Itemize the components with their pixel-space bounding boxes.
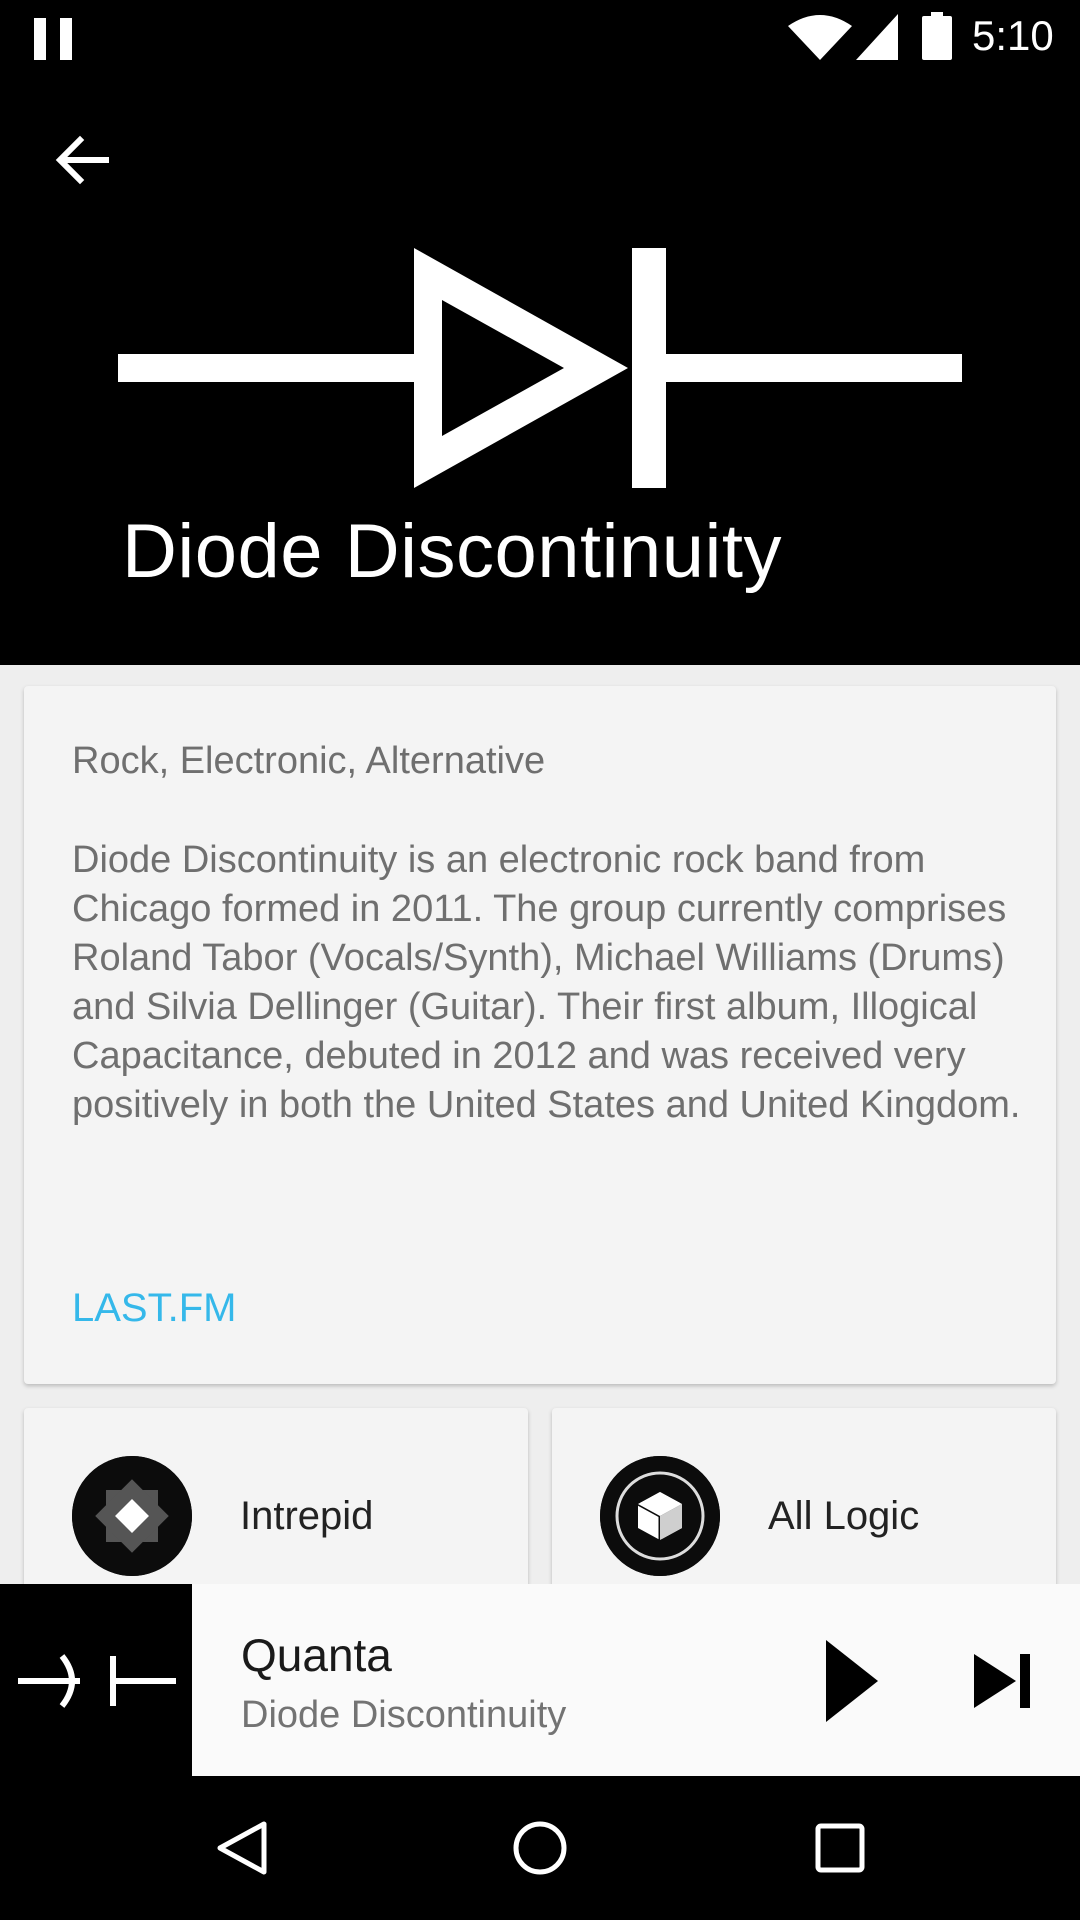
avatar — [72, 1456, 192, 1576]
artist-name: Diode Discontinuity — [122, 509, 783, 594]
track-title: Quanta — [241, 1629, 392, 1681]
related-artist-card-intrepid[interactable]: Intrepid — [24, 1408, 528, 1588]
battery-icon — [922, 12, 952, 60]
related-artist-name: All Logic — [768, 1494, 920, 1538]
artist-header: Diode Discontinuity — [0, 78, 1080, 665]
lastfm-link[interactable]: LAST.FM — [72, 1286, 236, 1331]
skip-next-icon[interactable] — [966, 1638, 1052, 1724]
diamond-badge-icon — [72, 1456, 192, 1576]
capacitor-symbol-icon — [18, 1654, 176, 1708]
related-artist-name: Intrepid — [240, 1494, 374, 1538]
avatar — [600, 1456, 720, 1576]
nav-recents-icon[interactable] — [802, 1810, 878, 1886]
artist-screen: 5:10 Diode Discontinuity Rock, Electroni… — [0, 0, 1080, 1920]
nav-home-icon[interactable] — [502, 1810, 578, 1886]
genre-list: Rock, Electronic, Alternative — [72, 740, 546, 782]
status-bar: 5:10 — [0, 0, 1080, 78]
album-art — [0, 1584, 192, 1776]
status-time: 5:10 — [972, 12, 1054, 59]
cube-circle-icon — [600, 1456, 720, 1576]
artist-bio: Diode Discontinuity is an electronic roc… — [72, 839, 1021, 1126]
back-arrow-icon[interactable] — [46, 124, 118, 196]
wifi-icon — [788, 15, 852, 60]
bio-card: Rock, Electronic, Alternative Diode Disc… — [24, 686, 1056, 1384]
related-artist-card-all-logic[interactable]: All Logic — [552, 1408, 1056, 1588]
now-playing-bar[interactable]: Quanta Diode Discontinuity — [0, 1584, 1080, 1776]
track-artist: Diode Discontinuity — [241, 1694, 567, 1736]
play-icon[interactable] — [818, 1638, 904, 1724]
nav-back-icon[interactable] — [204, 1810, 280, 1886]
pause-icon — [34, 18, 72, 60]
signal-icon — [856, 14, 898, 60]
navigation-bar — [0, 1776, 1080, 1920]
diode-symbol-icon — [118, 248, 962, 488]
